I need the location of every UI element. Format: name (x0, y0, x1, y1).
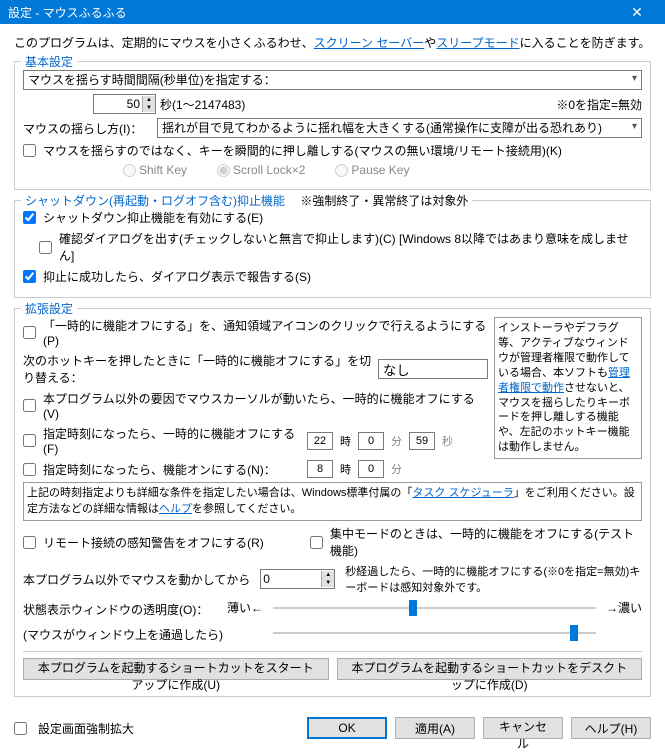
spin-down-icon[interactable]: ▼ (322, 579, 334, 587)
opacity-slider-1[interactable] (273, 607, 596, 609)
idle-suffix: 秒経過したら、一時的に機能オフにする(※0を指定=無効)キーボードは感知対象外で… (345, 563, 642, 595)
tray-toggle-checkbox[interactable] (23, 326, 36, 339)
group-basic: 基本設定 マウスを揺らす時間間隔(秒単位)を指定する： ▲▼ 秒(1～21474… (14, 61, 651, 190)
task-scheduler-link[interactable]: タスク スケジューラ (412, 487, 513, 499)
cancel-button[interactable]: キャンセル (483, 717, 563, 739)
ok-button[interactable]: OK (307, 717, 387, 739)
slider-thin-label: 薄い← (227, 599, 263, 616)
opacity-sub-label: (マウスがウィンドウ上を通過したら) (23, 626, 223, 643)
sidebar-note: インストーラやデフラグ等、アクティブなウィンドウが管理者権限で動作している場合、… (494, 317, 642, 459)
shake-method-label: マウスの揺らし方(I)： (23, 120, 153, 137)
help-link[interactable]: ヘルプ (159, 503, 192, 515)
slider-thick-label: →濃い (606, 599, 642, 616)
group-shutdown-title: シャットダウン(再起動・ログオフ含む)抑止機能 ※強制終了・異常終了は対象外 (21, 192, 472, 209)
shutdown-confirm-label[interactable]: 確認ダイアログを出す(チェックしないと無言で抑止します)(C) [Windows… (59, 230, 642, 264)
group-ext: 拡張設定 インストーラやデフラグ等、アクティブなウィンドウが管理者権限で動作して… (14, 308, 651, 697)
shake-method-dropdown[interactable]: 揺れが目で見てわかるように揺れ幅を大きくする(通常操作に支障が出る恐れあり) (157, 118, 642, 138)
shutdown-enable-checkbox[interactable] (23, 211, 36, 224)
shutdown-report-label[interactable]: 抑止に成功したら、ダイアログ表示で報告する(S) (43, 268, 311, 285)
spin-down-icon[interactable]: ▼ (143, 104, 155, 112)
t2-hour[interactable] (307, 460, 333, 478)
time-on-label[interactable]: 指定時刻になったら、機能オンにする(N)： (43, 461, 303, 478)
opacity-label: 状態表示ウィンドウの透明度(O)： (23, 601, 223, 618)
keypress-checkbox[interactable] (23, 144, 36, 157)
remote-warn-checkbox[interactable] (23, 536, 36, 549)
force-expand-label[interactable]: 設定画面強制拡大 (38, 720, 134, 737)
hotkey-input[interactable] (378, 359, 488, 379)
t1-min[interactable] (358, 432, 384, 450)
t2-min[interactable] (358, 460, 384, 478)
radio-shift[interactable]: Shift Key (123, 163, 187, 177)
interval-input[interactable] (94, 97, 142, 111)
t1-hour[interactable] (307, 432, 333, 450)
other-cursor-label[interactable]: 本プログラム以外の要因でマウスカーソルが動いたら、一時的に機能オフにする(V) (43, 390, 488, 421)
task-scheduler-note: 上記の時刻指定よりも詳細な条件を指定したい場合は、Windows標準付属の「タス… (23, 482, 642, 521)
interval-spinner[interactable]: ▲▼ (93, 94, 156, 114)
startup-shortcut-button[interactable]: 本プログラムを起動するショートカットをスタートアップに作成(U) (23, 658, 329, 680)
idle-label: 本プログラム以外でマウスを動かしてから (23, 571, 250, 588)
shutdown-report-checkbox[interactable] (23, 270, 36, 283)
focus-mode-checkbox[interactable] (310, 536, 323, 549)
force-expand-checkbox[interactable] (14, 722, 27, 735)
titlebar: 設定 - マウスふるふる ✕ (0, 0, 665, 24)
footer: 設定画面強制拡大 OK 適用(A) キャンセル ヘルプ(H) (0, 713, 665, 749)
time-off-label[interactable]: 指定時刻になったら、一時的に機能オフにする(F) (43, 425, 303, 456)
zero-note: ※0を指定=無効 (556, 96, 642, 113)
hotkey-label: 次のホットキーを押したときに「一時的に機能オフにする」を切り替える： (23, 352, 374, 386)
other-cursor-checkbox[interactable] (23, 399, 36, 412)
tray-toggle-label[interactable]: 「一時的に機能オフにする」を、通知領域アイコンのクリックで行えるようにする(P) (43, 317, 488, 348)
help-button[interactable]: ヘルプ(H) (571, 717, 651, 739)
desktop-shortcut-button[interactable]: 本プログラムを起動するショートカットをデスクトップに作成(D) (337, 658, 643, 680)
interval-suffix: 秒(1～2147483) (160, 96, 245, 113)
link-screensaver[interactable]: スクリーン セーバー (314, 36, 425, 50)
admin-link[interactable]: 管理者権限で動作 (498, 367, 630, 394)
window-title: 設定 - マウスふるふる (8, 4, 617, 21)
shutdown-confirm-checkbox[interactable] (39, 241, 52, 254)
idle-spinner[interactable]: ▲▼ (260, 569, 335, 589)
time-off-checkbox[interactable] (23, 434, 36, 447)
spin-up-icon[interactable]: ▲ (322, 571, 334, 579)
focus-mode-label[interactable]: 集中モードのときは、一時的に機能をオフにする(テスト機能) (330, 525, 642, 559)
interval-dropdown[interactable]: マウスを揺らす時間間隔(秒単位)を指定する： (23, 70, 642, 90)
spin-up-icon[interactable]: ▲ (143, 96, 155, 104)
group-shutdown: シャットダウン(再起動・ログオフ含む)抑止機能 ※強制終了・異常終了は対象外 シ… (14, 200, 651, 298)
intro-text: このプログラムは、定期的にマウスを小さくふるわせ、スクリーン セーバーやスリープ… (14, 34, 651, 51)
group-basic-title: 基本設定 (21, 53, 77, 70)
group-ext-title: 拡張設定 (21, 300, 77, 317)
radio-scroll[interactable]: Scroll Lock×2 (217, 163, 305, 177)
idle-input[interactable] (261, 572, 321, 586)
shutdown-enable-label[interactable]: シャットダウン抑止機能を有効にする(E) (43, 209, 263, 226)
link-sleepmode[interactable]: スリープモード (436, 36, 519, 50)
t1-sec[interactable] (409, 432, 435, 450)
opacity-slider-2[interactable] (273, 632, 596, 634)
time-on-checkbox[interactable] (23, 463, 36, 476)
radio-pause[interactable]: Pause Key (335, 163, 409, 177)
apply-button[interactable]: 適用(A) (395, 717, 475, 739)
remote-warn-label[interactable]: リモート接続の感知警告をオフにする(R) (43, 534, 306, 551)
close-icon[interactable]: ✕ (617, 4, 657, 21)
keypress-label[interactable]: マウスを揺らすのではなく、キーを瞬間的に押し離しする(マウスの無い環境/リモート… (43, 142, 562, 159)
